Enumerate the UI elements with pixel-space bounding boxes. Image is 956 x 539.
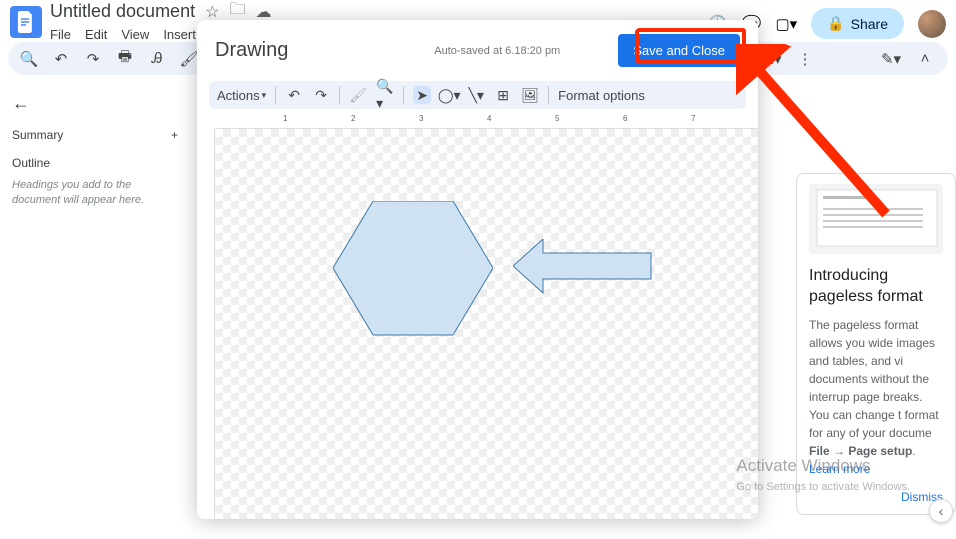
explore-button[interactable]: ‹ [929,499,953,523]
summary-label: Summary [12,128,63,142]
pen-icon[interactable]: ✎▾ [880,50,902,68]
shape-icon[interactable]: ◯▾ [440,86,458,104]
line-icon[interactable]: ╲▾ [467,86,485,104]
menu-edit[interactable]: Edit [85,27,107,42]
drawing-canvas[interactable] [215,129,758,519]
undo-icon[interactable]: ↶ [50,50,72,68]
checklist-icon[interactable]: ☰▾ [760,50,782,68]
search-icon[interactable]: 🔍 [18,50,40,68]
promo-title: Introducing pageless format [809,266,943,308]
drawing-toolbar: Actions▾ ↶ ↷ 🖌 🔍▾ ➤ ◯▾ ╲▾ ⊞ 🖼 Format opt… [209,81,746,109]
share-label: Share [851,16,888,32]
outline-hint: Headings you add to the document will ap… [12,178,178,209]
avatar[interactable] [918,10,946,38]
zoom-icon[interactable]: 🔍▾ [376,86,394,104]
more-icon[interactable]: ⋮ [794,50,816,68]
format-options[interactable]: Format options [558,88,645,103]
back-icon[interactable]: ← [12,93,178,114]
undo-icon[interactable]: ↶ [285,86,303,104]
docs-app-icon[interactable] [10,6,42,38]
drawing-modal: Drawing Auto-saved at 6.18:20 pm Save an… [197,20,758,519]
tutorial-highlight-box [635,29,745,63]
modal-title: Drawing [215,39,288,62]
promo-thumbnail [809,184,943,254]
autosave-status: Auto-saved at 6.18:20 pm [434,45,560,57]
lock-icon: 🔒 [827,15,844,32]
menu-file[interactable]: File [50,27,71,42]
spellcheck-icon[interactable]: Ꭿ [146,50,168,67]
star-icon[interactable]: ☆ [205,2,219,22]
cloud-icon[interactable]: ☁ [255,2,271,22]
doc-title[interactable]: Untitled document [50,1,195,22]
arrow-shape[interactable] [513,239,653,294]
meet-icon[interactable]: ▢▾ [776,15,798,33]
actions-dropdown[interactable]: Actions▾ [217,88,266,103]
windows-watermark: Activate Windows Go to Settings to activ… [736,453,910,495]
ruler-vertical [197,129,215,519]
collapse-icon[interactable]: ˄ [914,50,936,67]
ruler-horizontal: 1 2 3 4 5 6 7 [215,111,758,129]
hexagon-shape[interactable] [333,201,493,336]
menu-view[interactable]: View [121,27,149,42]
paint-format-icon[interactable]: 🖌 [349,86,367,104]
select-icon[interactable]: ➤ [413,86,431,104]
redo-icon[interactable]: ↷ [82,50,104,68]
share-button[interactable]: 🔒 Share [811,8,904,39]
image-icon[interactable]: 🖼 [521,86,539,104]
add-summary-icon[interactable]: + [171,128,178,142]
outline-label: Outline [12,156,178,170]
textbox-icon[interactable]: ⊞ [494,86,512,104]
print-icon[interactable]: 🖶 [114,46,136,71]
menu-insert[interactable]: Insert [163,27,196,42]
redo-icon[interactable]: ↷ [312,86,330,104]
outline-panel: ← Summary + Outline Headings you add to … [0,79,190,539]
